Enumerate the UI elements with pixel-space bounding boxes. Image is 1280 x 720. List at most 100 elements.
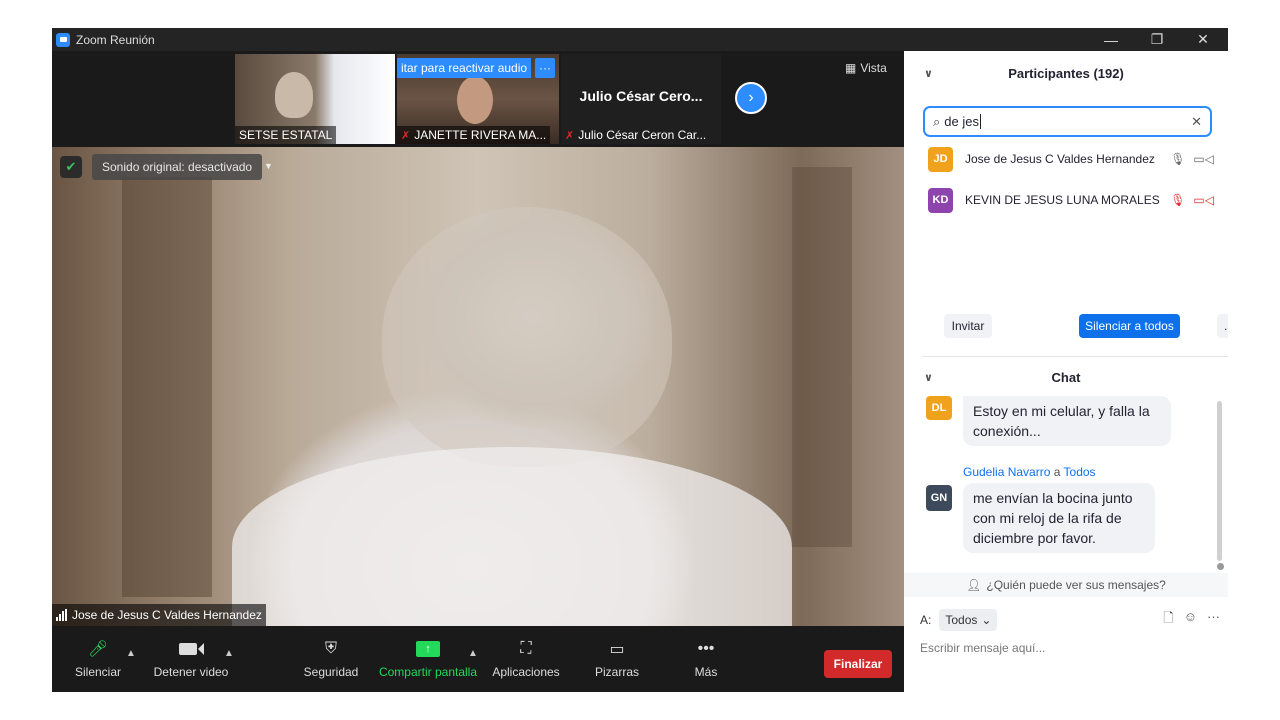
avatar: JD [928, 146, 953, 172]
audio-options-caret-icon[interactable]: ▲ [126, 648, 136, 659]
mic-off-icon: ✗ [401, 129, 411, 142]
scroll-indicator[interactable] [1217, 563, 1224, 570]
more-dots-icon[interactable]: ··· [1207, 609, 1220, 631]
speaker-name: Jose de Jesus C Valdes Hernandez [72, 608, 262, 622]
zoom-logo-icon [56, 32, 70, 47]
more-label: Más [694, 665, 718, 679]
participant-row[interactable]: KD KEVIN DE JESUS LUNA MORALES 🎙︎ ▭◁ [928, 187, 1214, 213]
mute-label: Silenciar [74, 665, 122, 679]
chat-tools: 🗋 ☺ ··· [1163, 609, 1220, 631]
thumb-label: ✗ Julio César Ceron Car... [561, 126, 710, 144]
main-video: ✔ Sonido original: desactivado ▼ Jose de… [52, 147, 904, 626]
recipient-value: Todos [945, 613, 978, 627]
who-can-see-link[interactable]: 👤︎ ¿Quién puede ver sus mensajes? [904, 573, 1228, 597]
apps-button[interactable]: ⛶ Aplicaciones [492, 626, 560, 692]
shield-icon: ⛨ [324, 640, 337, 657]
original-sound-toggle[interactable]: Sonido original: desactivado [92, 154, 263, 180]
participants-more-button[interactable]: ... [1217, 314, 1228, 338]
mic-off-icon: ✗ [565, 129, 575, 142]
recipient-row: A: Todos ⌄ 🗋 ☺ ··· [920, 608, 1220, 632]
title-bar: Zoom Reunión — ❐ ✕ [52, 28, 1228, 51]
panel-divider [922, 356, 1228, 357]
microphone-icon: 🎤︎ [87, 641, 109, 658]
video-options-caret-icon[interactable]: ▲ [224, 648, 234, 659]
more-button[interactable]: ••• Más [688, 626, 724, 692]
clear-search-icon[interactable]: ✕ [1191, 114, 1202, 130]
participant-status-icons: 🎙︎ ▭◁ [1170, 193, 1214, 207]
chat-scrollbar[interactable] [1217, 401, 1222, 561]
participant-name: Jose de Jesus C Valdes Hernandez [965, 152, 1155, 166]
mute-all-button[interactable]: Silenciar a todos [1079, 314, 1180, 338]
thumb-person [275, 72, 313, 118]
apps-icon: ⛶ [520, 640, 532, 657]
search-icon: ⌕ [933, 113, 941, 129]
recipient-name[interactable]: Todos [1064, 465, 1096, 479]
stop-video-label: Detener video [153, 665, 229, 679]
meeting-toolbar: 🎤︎ Silenciar ▲ Detener video ▲ ⛨ Segurid… [52, 626, 904, 692]
reactivate-audio-banner[interactable]: itar para reactivar audio [397, 58, 532, 78]
file-icon[interactable]: 🗋 [1163, 609, 1173, 631]
participant-row[interactable]: JD Jose de Jesus C Valdes Hernandez 🎙︎ ▭… [928, 146, 1214, 172]
recipient-dropdown[interactable]: Todos ⌄ [939, 609, 998, 631]
sound-options-caret-icon[interactable]: ▼ [264, 161, 273, 171]
person-lock-icon: 👤︎ [966, 578, 982, 592]
chat-message: Estoy en mi celular, y falla la conexión… [963, 396, 1171, 446]
more-options-button[interactable]: ··· [535, 58, 555, 78]
thumb-label: SETSE ESTATAL [235, 126, 337, 144]
microphone-muted-icon[interactable]: 🎙︎ [1170, 193, 1185, 207]
video-thumb-setse[interactable]: SETSE ESTATAL [235, 54, 395, 144]
view-button[interactable]: ▦ Vista [845, 61, 887, 75]
chat-header: ∨ Chat [904, 363, 1228, 391]
who-can-see-label: ¿Quién puede ver sus mensajes? [986, 578, 1166, 592]
restore-button[interactable]: ❐ [1134, 28, 1180, 51]
security-button[interactable]: ⛨ Seguridad [302, 626, 360, 692]
speaker-head [382, 207, 672, 467]
thumb-name: Julio César Ceron Car... [578, 128, 707, 142]
minimize-button[interactable]: — [1088, 28, 1134, 51]
speaker-body [232, 447, 792, 626]
share-screen-button[interactable]: ↑ Compartir pantalla [378, 626, 478, 692]
chat-message-input[interactable]: Escribir mensaje aquí... [920, 641, 1045, 655]
collapse-chat-chevron-icon[interactable]: ∨ [924, 371, 933, 384]
zoom-window: Zoom Reunión — ❐ ✕ SETSE ESTATAL itar pa… [52, 28, 1228, 692]
video-thumb-julio[interactable]: Julio César Cero... ✗ Julio César Ceron … [561, 54, 721, 144]
collapse-participants-chevron-icon[interactable]: ∨ [924, 67, 933, 80]
text-cursor [979, 114, 981, 129]
more-dots-icon: ••• [697, 640, 715, 657]
thumb-label: ✗ JANETTE RIVERA MA... [397, 126, 551, 144]
signal-bars-icon [56, 609, 67, 621]
participant-name: KEVIN DE JESUS LUNA MORALES [965, 193, 1160, 207]
close-button[interactable]: ✕ [1180, 28, 1226, 51]
next-page-arrow-icon[interactable]: › [735, 82, 767, 114]
avatar: KD [928, 187, 953, 213]
security-shield-icon[interactable]: ✔ [60, 156, 82, 178]
background-shelf [122, 177, 212, 597]
side-panel: ∨ Participantes (192) ⌕ de jes ✕ JD Jose… [904, 51, 1228, 692]
invite-button[interactable]: Invitar [944, 314, 992, 338]
mute-button[interactable]: 🎤︎ Silenciar [70, 626, 126, 692]
video-strip: SETSE ESTATAL itar para reactivar audio … [52, 51, 904, 147]
video-off-icon[interactable]: ▭◁ [1193, 193, 1214, 207]
stop-video-button[interactable]: Detener video [152, 626, 230, 692]
message-sender: Gudelia Navarro a Todos [963, 465, 1096, 479]
share-options-caret-icon[interactable]: ▲ [468, 648, 478, 659]
thumb-big-name: Julio César Cero... [579, 88, 703, 104]
sender-name[interactable]: Gudelia Navarro [963, 465, 1050, 479]
whiteboards-button[interactable]: ▭ Pizarras [592, 626, 642, 692]
whiteboard-icon: ▭ [609, 641, 625, 658]
video-camera-icon [178, 639, 204, 659]
video-thumb-janette[interactable]: itar para reactivar audio ··· ✗ JANETTE … [397, 54, 559, 144]
chat-title: Chat [1051, 369, 1081, 385]
security-label: Seguridad [303, 665, 359, 679]
apps-label: Aplicaciones [492, 665, 560, 679]
share-screen-label: Compartir pantalla [378, 665, 478, 679]
participants-header: ∨ Participantes (192) [904, 51, 1228, 95]
participant-search-input[interactable]: ⌕ de jes ✕ [923, 106, 1212, 137]
emoji-icon[interactable]: ☺ [1184, 609, 1197, 631]
microphone-icon[interactable]: 🎙︎ [1170, 152, 1185, 166]
video-camera-icon[interactable]: ▭◁ [1193, 152, 1214, 166]
end-meeting-button[interactable]: Finalizar [824, 650, 892, 678]
participants-title: Participantes (192) [1008, 65, 1124, 81]
chevron-down-icon: ⌄ [981, 613, 992, 627]
chat-message: me envían la bocina junto con mi reloj d… [963, 483, 1155, 553]
